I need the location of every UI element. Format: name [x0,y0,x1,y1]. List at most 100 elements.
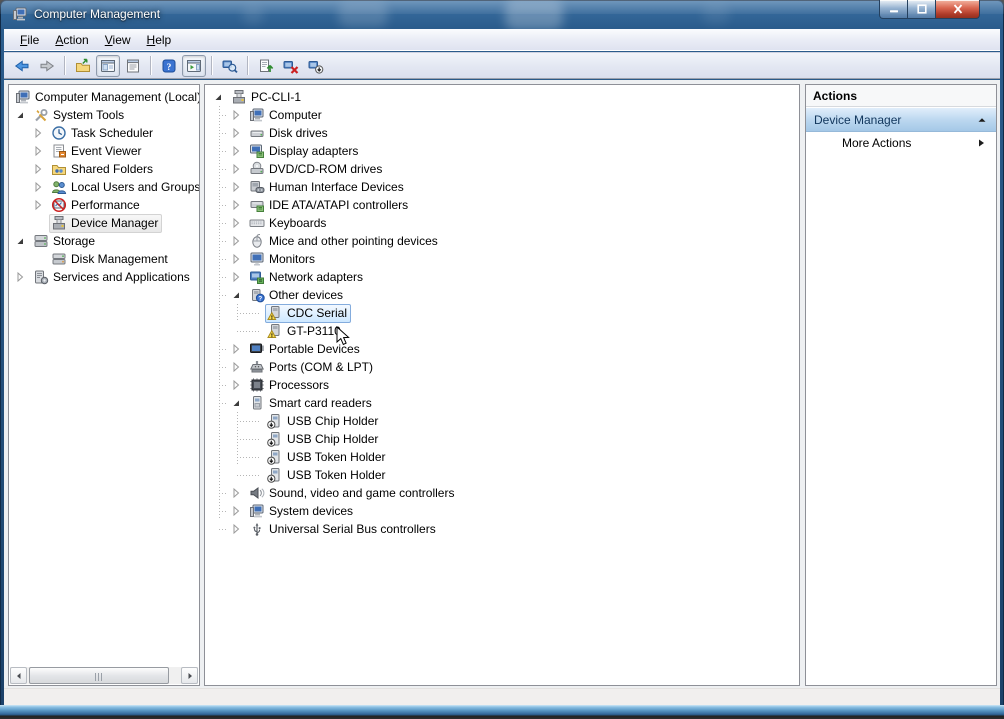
tree-item-content[interactable]: Computer [247,106,326,125]
expander-expanded-icon[interactable] [211,89,229,105]
actions-group-device-manager[interactable]: Device Manager [806,107,996,132]
more-actions-item[interactable]: More Actions [806,132,996,154]
tree-item-content[interactable]: Human Interface Devices [247,178,408,197]
tree-item-content[interactable]: DVD/CD-ROM drives [247,160,386,179]
tree-item-system-devices[interactable]: System devices [205,502,799,520]
tree-item-keyboards[interactable]: Keyboards [205,214,799,232]
tree-item-ide-ata-atapi-controllers[interactable]: IDE ATA/ATAPI controllers [205,196,799,214]
expander-collapsed-icon[interactable] [219,485,247,501]
tree-item-content[interactable]: Smart card readers [247,394,376,413]
tree-item-content[interactable]: Keyboards [247,214,330,233]
tree-item-content[interactable]: Performance [49,196,144,215]
expander-expanded-icon[interactable] [219,395,247,411]
expander-collapsed-icon[interactable] [31,143,49,159]
tree-item-usb-chip-holder[interactable]: USB Chip Holder [205,412,799,430]
expander-collapsed-icon[interactable] [219,125,247,141]
tree-item-disk-management[interactable]: Disk Management [9,250,199,268]
tree-item-local-users-and-groups[interactable]: Local Users and Groups [9,178,199,196]
forward-icon[interactable] [35,55,59,77]
expander-collapsed-icon[interactable] [31,179,49,195]
tree-item-content[interactable]: Monitors [247,250,319,269]
expander-collapsed-icon[interactable] [219,359,247,375]
horizontal-scrollbar[interactable] [10,667,198,684]
scan-hardware-changes-icon[interactable] [218,55,242,77]
tree-item-content[interactable]: Event Viewer [49,142,145,161]
tree-item-content[interactable]: GT-P3110 [265,322,345,341]
tree-item-human-interface-devices[interactable]: Human Interface Devices [205,178,799,196]
tree-item-content[interactable]: Device Manager [49,213,163,233]
expander-collapsed-icon[interactable] [219,377,247,393]
expander-collapsed-icon[interactable] [219,269,247,285]
expander-collapsed-icon[interactable] [31,197,49,213]
uninstall-device-icon[interactable] [279,55,303,77]
tree-item-network-adapters[interactable]: Network adapters [205,268,799,286]
tree-item-content[interactable]: Processors [247,376,333,395]
expander-collapsed-icon[interactable] [31,125,49,141]
tree-item-content[interactable]: Display adapters [247,142,362,161]
expander-collapsed-icon[interactable] [219,215,247,231]
expander-collapsed-icon[interactable] [219,503,247,519]
tree-item-content[interactable]: Storage [31,232,99,251]
tree-item-usb-token-holder[interactable]: USB Token Holder [205,466,799,484]
tree-item-usb-token-holder[interactable]: USB Token Holder [205,448,799,466]
tree-item-content[interactable]: PC-CLI-1 [229,88,305,107]
tree-item-content[interactable]: USB Chip Holder [265,412,382,431]
expander-collapsed-icon[interactable] [219,197,247,213]
help-icon[interactable]: ? [157,55,181,77]
tree-item-content[interactable]: ? Other devices [247,286,347,305]
tree-item-system-tools[interactable]: System Tools [9,106,199,124]
tree-item-content[interactable]: USB Token Holder [265,448,390,467]
tree-item-computer[interactable]: Computer [205,106,799,124]
expander-expanded-icon[interactable] [219,287,247,303]
tree-item-device-manager[interactable]: Device Manager [9,213,199,233]
show-console-tree-icon[interactable] [96,54,120,77]
tree-item-portable-devices[interactable]: Portable Devices [205,340,799,358]
tree-item-dvd-cd-rom-drives[interactable]: DVD/CD-ROM drives [205,160,799,178]
tree-item-sound-video-and-game-controllers[interactable]: Sound, video and game controllers [205,484,799,502]
tree-item-monitors[interactable]: Monitors [205,250,799,268]
update-driver-icon[interactable] [254,55,278,77]
tree-item-display-adapters[interactable]: Display adapters [205,142,799,160]
tree-item-content[interactable]: Task Scheduler [49,124,157,143]
menu-help[interactable]: Help [139,30,180,50]
expander-collapsed-icon[interactable] [219,251,247,267]
tree-item-content[interactable]: Computer Management (Local) [13,88,199,107]
minimize-button[interactable] [879,0,908,19]
tree-item-processors[interactable]: Processors [205,376,799,394]
tree-item-shared-folders[interactable]: Shared Folders [9,160,199,178]
tree-item-content[interactable]: Disk drives [247,124,332,143]
expander-collapsed-icon[interactable] [219,341,247,357]
expander-collapsed-icon[interactable] [219,233,247,249]
scrollbar-thumb[interactable] [29,667,169,684]
tree-item-content[interactable]: Services and Applications [31,268,194,287]
tree-item-task-scheduler[interactable]: Task Scheduler [9,124,199,142]
up-one-level-icon[interactable] [71,55,95,77]
tree-item-content[interactable]: IDE ATA/ATAPI controllers [247,196,412,215]
show-action-pane-icon[interactable] [182,54,206,77]
maximize-button[interactable] [908,0,935,19]
tree-item-content[interactable]: Mice and other pointing devices [247,232,442,251]
expander-expanded-icon[interactable] [13,107,31,123]
tree-item-content[interactable]: USB Token Holder [265,466,390,485]
properties-icon[interactable] [121,55,145,77]
tree-item-performance[interactable]: Performance [9,196,199,214]
expander-collapsed-icon[interactable] [219,143,247,159]
tree-item-mice-and-other-pointing-devices[interactable]: Mice and other pointing devices [205,232,799,250]
tree-item-content[interactable]: USB Chip Holder [265,430,382,449]
tree-item-ports-com-lpt[interactable]: Ports (COM & LPT) [205,358,799,376]
menu-view[interactable]: View [97,30,139,50]
back-icon[interactable] [10,55,34,77]
scroll-left-button[interactable] [10,667,27,684]
tree-item-usb-chip-holder[interactable]: USB Chip Holder [205,430,799,448]
expander-expanded-icon[interactable] [13,233,31,249]
scroll-right-button[interactable] [181,667,198,684]
menu-action[interactable]: Action [47,30,96,50]
tree-item-content[interactable]: Ports (COM & LPT) [247,358,377,377]
tree-item-services-and-applications[interactable]: Services and Applications [9,268,199,286]
expander-collapsed-icon[interactable] [219,107,247,123]
tree-item-content[interactable]: Disk Management [49,250,172,269]
tree-item-storage[interactable]: Storage [9,232,199,250]
tree-item-content[interactable]: Shared Folders [49,160,157,179]
tree-item-content[interactable]: CDC Serial [265,303,352,323]
tree-item-content[interactable]: Network adapters [247,268,367,287]
